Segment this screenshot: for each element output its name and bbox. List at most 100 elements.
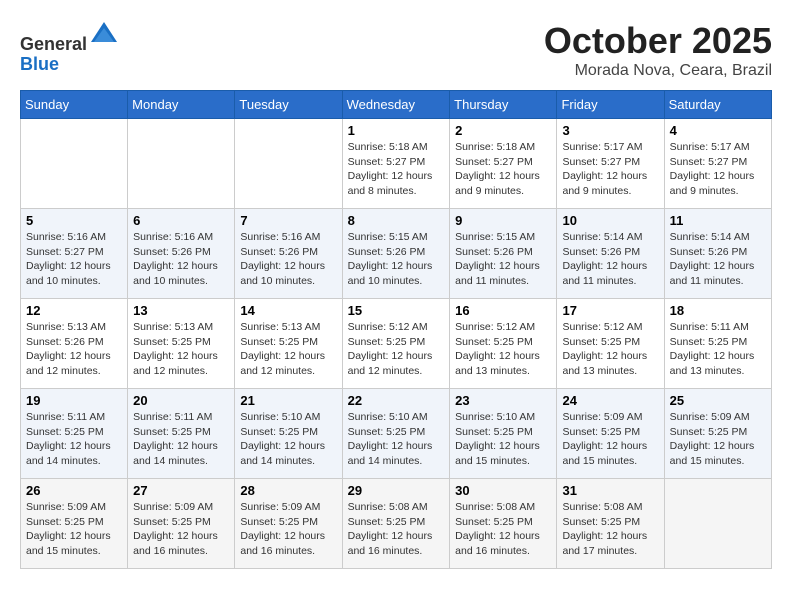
day-info: Sunrise: 5:17 AMSunset: 5:27 PMDaylight:…	[670, 140, 766, 199]
calendar-cell: 6Sunrise: 5:16 AMSunset: 5:26 PMDaylight…	[128, 209, 235, 299]
weekday-header-row: SundayMondayTuesdayWednesdayThursdayFrid…	[21, 91, 772, 119]
calendar-cell: 26 Sunrise: 5:09 AMSunset: 5:25 PMDayligh…	[21, 479, 128, 569]
calendar-cell: 17 Sunrise: 5:12 AMSunset: 5:25 PMDayligh…	[557, 299, 664, 389]
day-number: 5	[26, 213, 122, 228]
calendar-week-2: 5 Sunrise: 5:16 AMSunset: 5:27 PMDaylight…	[21, 209, 772, 299]
calendar-cell	[235, 119, 342, 209]
day-info: Sunrise: 5:10 AMSunset: 5:25 PMDaylight:…	[455, 410, 551, 469]
calendar-cell: 9 Sunrise: 5:15 AMSunset: 5:26 PMDaylight…	[450, 209, 557, 299]
day-number: 24	[562, 393, 658, 408]
calendar-week-5: 26 Sunrise: 5:09 AMSunset: 5:25 PMDayligh…	[21, 479, 772, 569]
location-subtitle: Morada Nova, Ceara, Brazil	[544, 62, 772, 80]
logo-icon	[89, 20, 119, 50]
calendar-cell: 13Sunrise: 5:13 AMSunset: 5:25 PMDayligh…	[128, 299, 235, 389]
day-info: Sunrise: 5:12 AMSunset: 5:25 PMDaylight:…	[348, 320, 445, 379]
day-number: 12	[26, 303, 122, 318]
day-number: 29	[348, 483, 445, 498]
day-number: 1	[348, 123, 445, 138]
calendar-cell: 31Sunrise: 5:08 AMSunset: 5:25 PMDayligh…	[557, 479, 664, 569]
day-number: 28	[240, 483, 336, 498]
logo-blue: Blue	[20, 54, 59, 74]
calendar-cell: 25 Sunrise: 5:09 AMSunset: 5:25 PMDayligh…	[664, 389, 771, 479]
day-info: Sunrise: 5:08 AMSunset: 5:25 PMDaylight:…	[348, 500, 445, 559]
day-number: 25	[670, 393, 766, 408]
day-info: Sunrise: 5:15 AMSunset: 5:26 PMDaylight:…	[455, 230, 551, 289]
day-number: 16	[455, 303, 551, 318]
day-number: 13	[133, 303, 229, 318]
calendar-cell: 10 Sunrise: 5:14 AMSunset: 5:26 PMDayligh…	[557, 209, 664, 299]
calendar-cell: 21Sunrise: 5:10 AMSunset: 5:25 PMDayligh…	[235, 389, 342, 479]
calendar-cell: 19 Sunrise: 5:11 AMSunset: 5:25 PMDayligh…	[21, 389, 128, 479]
calendar-cell: 22Sunrise: 5:10 AMSunset: 5:25 PMDayligh…	[342, 389, 450, 479]
day-info: Sunrise: 5:11 AMSunset: 5:25 PMDaylight:…	[670, 320, 766, 379]
day-number: 2	[455, 123, 551, 138]
day-info: Sunrise: 5:09 AMSunset: 5:25 PMDaylight:…	[26, 500, 122, 559]
weekday-header-wednesday: Wednesday	[342, 91, 450, 119]
day-number: 15	[348, 303, 445, 318]
weekday-header-friday: Friday	[557, 91, 664, 119]
calendar-cell: 15 Sunrise: 5:12 AMSunset: 5:25 PMDayligh…	[342, 299, 450, 389]
calendar-cell: 14 Sunrise: 5:13 AMSunset: 5:25 PMDayligh…	[235, 299, 342, 389]
day-info: Sunrise: 5:14 AMSunset: 5:26 PMDaylight:…	[562, 230, 658, 289]
day-info: Sunrise: 5:13 AMSunset: 5:26 PMDaylight:…	[26, 320, 122, 379]
weekday-header-sunday: Sunday	[21, 91, 128, 119]
calendar-cell: 11 Sunrise: 5:14 AMSunset: 5:26 PMDayligh…	[664, 209, 771, 299]
calendar-cell	[128, 119, 235, 209]
calendar-cell	[664, 479, 771, 569]
calendar-week-4: 19 Sunrise: 5:11 AMSunset: 5:25 PMDayligh…	[21, 389, 772, 479]
calendar-cell: 2 Sunrise: 5:18 AMSunset: 5:27 PMDaylight…	[450, 119, 557, 209]
calendar-cell: 8 Sunrise: 5:15 AMSunset: 5:26 PMDaylight…	[342, 209, 450, 299]
weekday-header-saturday: Saturday	[664, 91, 771, 119]
day-info: Sunrise: 5:17 AMSunset: 5:27 PMDaylight:…	[562, 140, 658, 199]
day-number: 14	[240, 303, 336, 318]
calendar-cell: 30 Sunrise: 5:08 AMSunset: 5:25 PMDayligh…	[450, 479, 557, 569]
day-number: 10	[562, 213, 658, 228]
day-info: Sunrise: 5:12 AMSunset: 5:25 PMDaylight:…	[562, 320, 658, 379]
day-info: Sunrise: 5:11 AMSunset: 5:25 PMDaylight:…	[26, 410, 122, 469]
day-number: 30	[455, 483, 551, 498]
day-info: Sunrise: 5:10 AMSunset: 5:25 PMDaylight:…	[240, 410, 336, 469]
day-number: 20	[133, 393, 229, 408]
weekday-header-monday: Monday	[128, 91, 235, 119]
logo-text: General Blue	[20, 20, 119, 75]
day-number: 17	[562, 303, 658, 318]
day-info: Sunrise: 5:18 AMSunset: 5:27 PMDaylight:…	[455, 140, 551, 199]
day-number: 7	[240, 213, 336, 228]
day-info: Sunrise: 5:16 AMSunset: 5:27 PMDaylight:…	[26, 230, 122, 289]
day-info: Sunrise: 5:09 AMSunset: 5:25 PMDaylight:…	[562, 410, 658, 469]
day-info: Sunrise: 5:10 AMSunset: 5:25 PMDaylight:…	[348, 410, 445, 469]
calendar-cell: 24 Sunrise: 5:09 AMSunset: 5:25 PMDayligh…	[557, 389, 664, 479]
weekday-header-tuesday: Tuesday	[235, 91, 342, 119]
day-number: 18	[670, 303, 766, 318]
day-number: 11	[670, 213, 766, 228]
day-info: Sunrise: 5:15 AMSunset: 5:26 PMDaylight:…	[348, 230, 445, 289]
day-number: 9	[455, 213, 551, 228]
day-number: 6	[133, 213, 229, 228]
day-number: 31	[562, 483, 658, 498]
day-info: Sunrise: 5:09 AMSunset: 5:25 PMDaylight:…	[240, 500, 336, 559]
calendar-week-3: 12 Sunrise: 5:13 AMSunset: 5:26 PMDayligh…	[21, 299, 772, 389]
day-info: Sunrise: 5:08 AMSunset: 5:25 PMDaylight:…	[455, 500, 551, 559]
calendar-cell: 3 Sunrise: 5:17 AMSunset: 5:27 PMDaylight…	[557, 119, 664, 209]
logo-general: General	[20, 34, 87, 54]
day-info: Sunrise: 5:09 AMSunset: 5:25 PMDaylight:…	[670, 410, 766, 469]
page-header: General Blue October 2025 Morada Nova, C…	[20, 20, 772, 80]
day-number: 8	[348, 213, 445, 228]
calendar-cell: 27Sunrise: 5:09 AMSunset: 5:25 PMDayligh…	[128, 479, 235, 569]
day-number: 3	[562, 123, 658, 138]
day-info: Sunrise: 5:12 AMSunset: 5:25 PMDaylight:…	[455, 320, 551, 379]
calendar-cell: 12 Sunrise: 5:13 AMSunset: 5:26 PMDayligh…	[21, 299, 128, 389]
day-number: 26	[26, 483, 122, 498]
day-number: 23	[455, 393, 551, 408]
day-info: Sunrise: 5:14 AMSunset: 5:26 PMDaylight:…	[670, 230, 766, 289]
title-block: October 2025 Morada Nova, Ceara, Brazil	[544, 20, 772, 80]
day-info: Sunrise: 5:13 AMSunset: 5:25 PMDaylight:…	[240, 320, 336, 379]
calendar-cell: 23 Sunrise: 5:10 AMSunset: 5:25 PMDayligh…	[450, 389, 557, 479]
day-number: 19	[26, 393, 122, 408]
month-title: October 2025	[544, 20, 772, 62]
calendar-cell: 4Sunrise: 5:17 AMSunset: 5:27 PMDaylight…	[664, 119, 771, 209]
day-info: Sunrise: 5:11 AMSunset: 5:25 PMDaylight:…	[133, 410, 229, 469]
calendar-cell	[21, 119, 128, 209]
day-info: Sunrise: 5:18 AMSunset: 5:27 PMDaylight:…	[348, 140, 445, 199]
calendar-cell: 16 Sunrise: 5:12 AMSunset: 5:25 PMDayligh…	[450, 299, 557, 389]
